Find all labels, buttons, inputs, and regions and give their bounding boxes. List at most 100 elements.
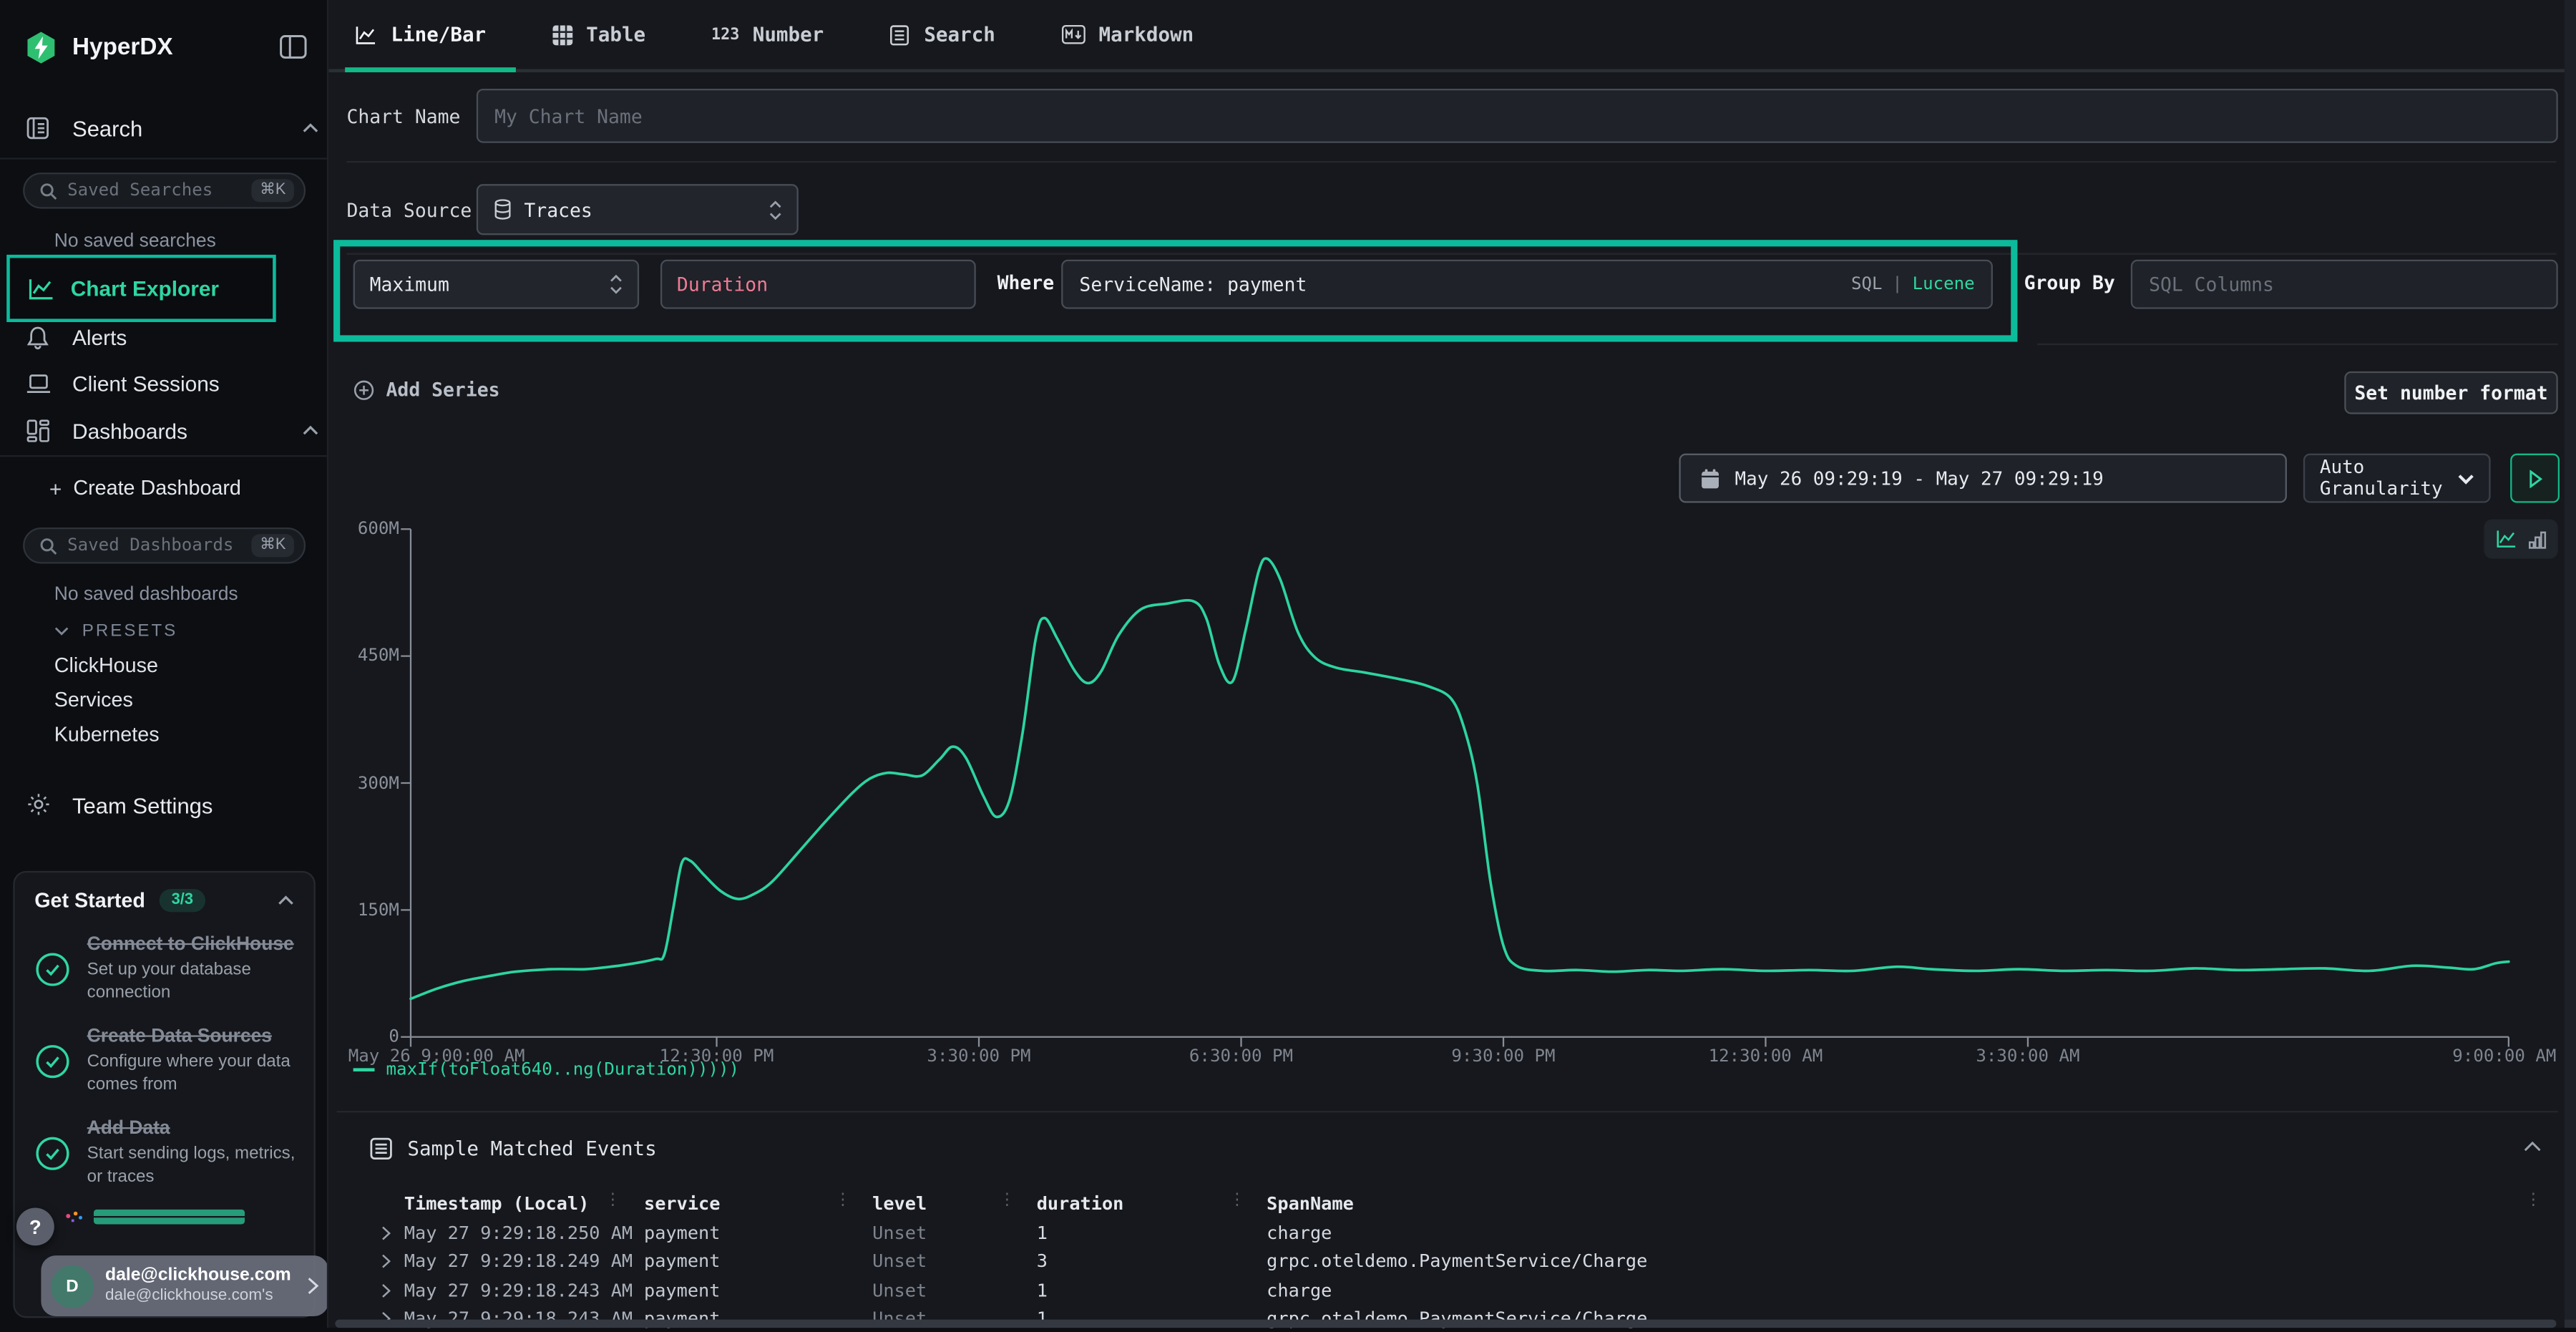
column-resize-handle[interactable]: ⋮ <box>834 1193 851 1210</box>
column-resize-handle[interactable]: ⋮ <box>1229 1193 1245 1210</box>
sql-mode-toggle[interactable]: SQL <box>1851 274 1883 294</box>
y-tick-label: 0 <box>389 1027 399 1047</box>
toggle-divider: | <box>1892 274 1903 294</box>
presets-label: PRESETS <box>82 621 177 641</box>
sidebar-item-alerts[interactable]: Alerts <box>72 326 127 350</box>
cell-timestamp: May 27 9:29:18.243 AM <box>404 1279 644 1301</box>
checklist-item[interactable]: Create Data Sources Configure where your… <box>34 1026 294 1097</box>
sidebar-item-search[interactable]: Search <box>72 117 142 141</box>
collapse-events-icon[interactable] <box>2524 1140 2542 1152</box>
no-saved-searches-note: No saved searches <box>54 232 216 252</box>
cell-duration: 1 <box>1037 1279 1267 1301</box>
preset-clickhouse[interactable]: ClickHouse <box>54 654 158 677</box>
lucene-mode-toggle[interactable]: Lucene <box>1913 274 1975 294</box>
saved-dashboards-input[interactable]: Saved Dashboards ⌘K <box>23 528 306 564</box>
dashboards-icon <box>26 419 49 442</box>
create-dashboard-button[interactable]: + Create Dashboard <box>49 477 241 500</box>
events-section-header[interactable]: Sample Matched Events <box>370 1137 657 1160</box>
cell-service: payment <box>644 1250 872 1272</box>
help-button[interactable]: ? <box>16 1208 54 1246</box>
preset-kubernetes[interactable]: Kubernetes <box>54 723 160 746</box>
checklist-item-title: Create Data Sources <box>87 1026 308 1050</box>
field-select[interactable]: Duration <box>660 260 976 309</box>
granularity-select[interactable]: Auto Granularity <box>2303 454 2491 503</box>
get-started-title: Get Started <box>34 889 145 912</box>
aggregation-value: Maximum <box>370 273 449 296</box>
where-input[interactable]: ServiceName: payment SQL | Lucene <box>1061 260 1993 309</box>
table-row[interactable]: May 27 9:29:18.250 AM payment Unset 1 ch… <box>381 1220 2524 1246</box>
y-tick-label: 150M <box>358 900 399 920</box>
checklist-item-title: Connect to ClickHouse <box>87 933 308 958</box>
vertical-scrollbar[interactable] <box>2565 0 2576 1328</box>
cell-service: payment <box>644 1279 872 1301</box>
tab-label: Number <box>753 23 824 46</box>
column-resize-handle[interactable]: ⋮ <box>999 1193 1015 1210</box>
tab-search[interactable]: Search <box>889 23 995 46</box>
table-row[interactable]: May 27 9:29:18.249 AM payment Unset 3 gr… <box>381 1248 2524 1275</box>
app-window: HyperDX Search Saved Searches ⌘K No save… <box>0 0 2576 1328</box>
sidebar-item-dashboards[interactable]: Dashboards <box>72 419 187 443</box>
x-tick-label: 12:30:00 AM <box>1709 1047 1823 1067</box>
horizontal-scrollbar[interactable] <box>335 1320 2556 1328</box>
bar-chart-icon[interactable] <box>2528 529 2546 549</box>
tab-label: Search <box>924 23 995 46</box>
sidebar-item-client-sessions[interactable]: Client Sessions <box>72 371 220 396</box>
checklist-item[interactable]: Connect to ClickHouse Set up your databa… <box>34 933 294 1004</box>
aggregation-select[interactable]: Maximum <box>353 260 639 309</box>
presets-toggle[interactable]: PRESETS <box>54 621 177 641</box>
chart-name-input[interactable] <box>477 89 2558 143</box>
run-query-button[interactable] <box>2510 454 2560 503</box>
cell-timestamp: May 27 9:29:18.249 AM <box>404 1250 644 1272</box>
expand-row-icon[interactable] <box>381 1225 404 1240</box>
cell-timestamp: May 27 9:29:18.250 AM <box>404 1222 644 1243</box>
preset-services[interactable]: Services <box>54 689 133 711</box>
table-row[interactable]: May 27 9:29:18.243 AM payment Unset 1 ch… <box>381 1277 2524 1303</box>
tab-markdown[interactable]: Markdown <box>1061 23 1194 46</box>
data-source-value: Traces <box>524 198 592 221</box>
sidebar: HyperDX Search Saved Searches ⌘K No save… <box>0 0 328 1328</box>
data-source-select[interactable]: Traces <box>477 184 799 235</box>
x-tick-label: 6:30:00 PM <box>1189 1047 1293 1067</box>
y-tick-label: 600M <box>358 520 399 540</box>
cell-spanname: grpc.oteldemo.PaymentService/Charge <box>1267 1250 2523 1272</box>
cell-duration: 1 <box>1037 1222 1267 1243</box>
table-row[interactable]: May 27 9:29:18.243 AM payment Unset 1 gr… <box>381 1306 2524 1332</box>
group-by-input[interactable] <box>2131 260 2558 309</box>
no-saved-dashboards-note: No saved dashboards <box>54 585 238 605</box>
search-section-icon <box>26 117 49 140</box>
chevron-up-icon[interactable] <box>302 123 318 133</box>
timeseries-chart[interactable] <box>399 526 2522 1052</box>
checklist-item-desc: Configure where your data comes from <box>87 1052 308 1097</box>
chevron-right-icon <box>307 1277 318 1295</box>
partial-checklist-item <box>64 1209 294 1229</box>
get-started-card: Get Started 3/3 Connect to ClickHouse Se… <box>13 871 315 1318</box>
column-header[interactable]: SpanName <box>1267 1192 2523 1214</box>
events-table-header: Timestamp (Local) service level duration… <box>381 1190 2524 1216</box>
expand-row-icon[interactable] <box>381 1254 404 1269</box>
chevron-down-icon <box>54 626 69 636</box>
table-icon <box>552 24 573 45</box>
cell-level: Unset <box>872 1222 1037 1243</box>
field-value: Duration <box>677 273 768 296</box>
saved-searches-input[interactable]: Saved Searches ⌘K <box>23 172 306 209</box>
user-menu[interactable]: D dale@clickhouse.com dale@clickhouse.co… <box>41 1255 328 1316</box>
column-resize-handle[interactable]: ⋮ <box>605 1193 621 1210</box>
expand-row-icon[interactable] <box>381 1283 404 1298</box>
date-range-picker[interactable]: May 26 09:29:19 - May 27 09:29:19 <box>1679 454 2286 503</box>
chevron-up-icon[interactable] <box>302 426 318 436</box>
sidebar-item-team-settings[interactable]: Team Settings <box>72 794 213 818</box>
collapse-sidebar-icon[interactable] <box>279 34 307 59</box>
tab-label: Markdown <box>1099 23 1194 46</box>
sidebar-item-chart-explorer[interactable]: Chart Explorer <box>6 255 276 322</box>
chart-legend: maxIf(toFloat640..ng(Duration))))) <box>353 1060 739 1080</box>
chevron-down-icon <box>2458 472 2474 484</box>
cell-spanname: charge <box>1267 1279 2523 1301</box>
checklist-item[interactable]: Add Data Start sending logs, metrics, or… <box>34 1118 294 1189</box>
where-label: Where <box>997 271 1054 294</box>
table-options-handle[interactable]: ⋮ <box>2525 1193 2542 1210</box>
tab-table[interactable]: Table <box>552 23 645 46</box>
cell-service: payment <box>644 1222 872 1243</box>
chevron-up-icon[interactable] <box>278 895 294 905</box>
tab-number[interactable]: 123 Number <box>711 23 824 46</box>
set-number-format-button[interactable]: Set number format <box>2344 371 2557 414</box>
